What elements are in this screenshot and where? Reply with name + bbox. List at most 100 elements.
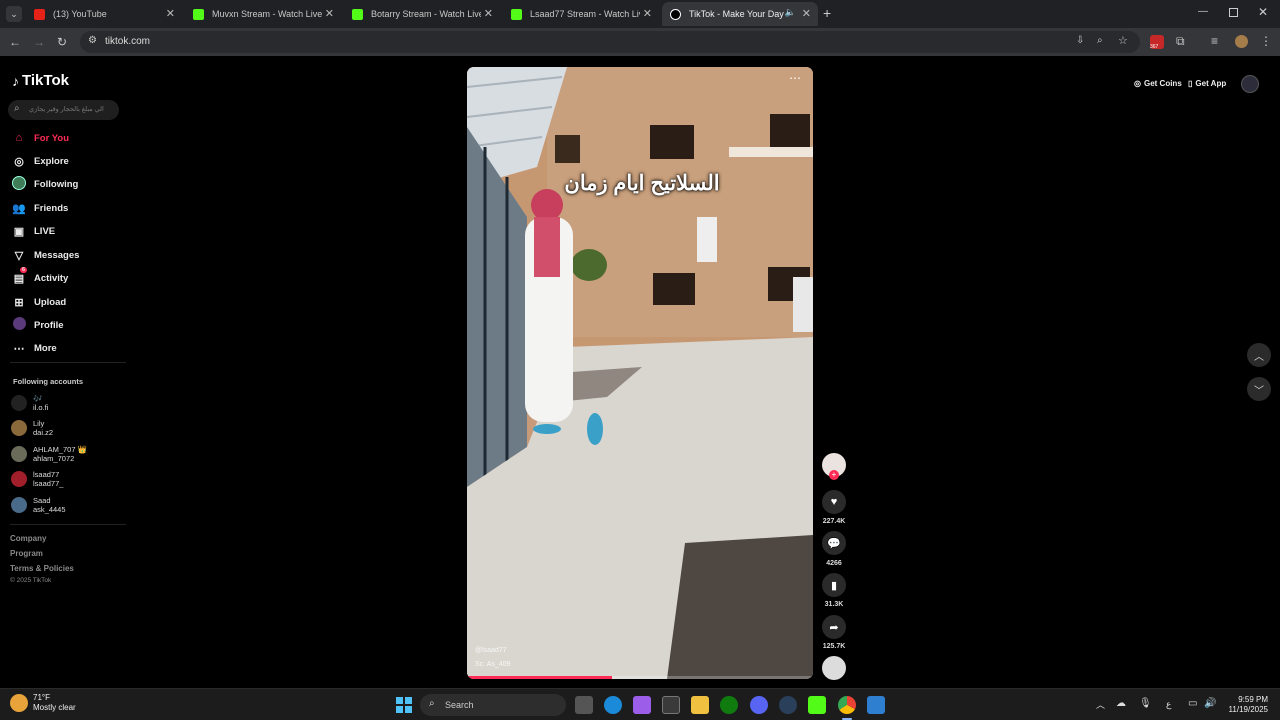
task-view-icon[interactable] <box>575 696 593 714</box>
video-progress-track[interactable] <box>467 676 813 679</box>
nav-following[interactable]: Following <box>12 175 78 193</box>
nav-label: Upload <box>34 296 67 308</box>
search-box[interactable]: ⌕ الي مبلغ بالحجار وقير يجازي <box>8 100 119 120</box>
tab-groups-icon[interactable]: ≡ <box>1211 35 1218 47</box>
menu-kebab-icon[interactable]: ⋮ <box>1260 35 1272 47</box>
upload-icon: ⊞ <box>14 296 24 309</box>
steam-icon[interactable] <box>779 696 797 714</box>
nav-live[interactable]: ▣ LIVE <box>12 222 55 240</box>
previous-video-button[interactable]: ︿ <box>1247 343 1271 367</box>
nav-more[interactable]: ⋯ More <box>12 339 57 357</box>
follow-plus-icon[interactable]: + <box>829 470 839 480</box>
speaker-icon[interactable]: 🔈 <box>785 7 796 18</box>
phone-icon: ▯ <box>1188 79 1193 88</box>
share-icon: ➦ <box>829 621 839 634</box>
coin-icon: ◎ <box>1134 79 1141 88</box>
tab-youtube[interactable]: (13) YouTube ✕ <box>26 2 182 26</box>
photos-icon[interactable] <box>867 696 885 714</box>
close-icon[interactable]: ✕ <box>802 7 811 20</box>
account-handle: lsaad77_ <box>33 479 64 488</box>
start-button[interactable] <box>396 697 412 713</box>
video-options-icon[interactable]: ⋯ <box>789 71 801 85</box>
nav-activity[interactable]: ▤ 6 Activity <box>12 266 68 287</box>
close-icon[interactable]: ✕ <box>484 7 493 20</box>
close-icon[interactable]: ✕ <box>166 7 175 20</box>
install-icon[interactable]: ⇩ <box>1076 35 1084 46</box>
footer-link-terms[interactable]: Terms & Policies <box>10 564 74 573</box>
save-button[interactable]: ▮ <box>822 573 846 597</box>
kick-app-icon[interactable] <box>808 696 826 714</box>
nav-for-you[interactable]: ⌂ For You <box>12 129 69 147</box>
nav-label: Messages <box>34 249 80 261</box>
site-info-icon[interactable]: ⚙ <box>88 35 97 46</box>
compass-icon: ◎ <box>14 155 24 168</box>
followed-account[interactable]: 🎶 il.o.fi <box>11 392 48 414</box>
tab-kick-botarry[interactable]: Botarry Stream - Watch Live on Kick ✕ <box>344 2 500 26</box>
reload-icon[interactable]: ↻ <box>57 36 67 48</box>
music-disc-icon[interactable] <box>822 656 846 680</box>
account-handle: ahlam_7072 <box>33 454 75 463</box>
share-button[interactable]: ➦ <box>822 615 846 639</box>
tray-chevron-icon[interactable]: ︿ <box>1096 698 1105 711</box>
store-icon[interactable] <box>662 696 680 714</box>
footer-link-company[interactable]: Company <box>10 534 46 543</box>
keyboard-language[interactable]: ع <box>1166 699 1171 710</box>
discord-icon[interactable] <box>750 696 768 714</box>
zoom-icon[interactable]: ⌕ <box>1097 35 1103 46</box>
network-icon[interactable]: ▭ <box>1188 698 1197 709</box>
clock[interactable]: 9:59 PM 11/19/2025 <box>1218 695 1268 715</box>
nav-upload[interactable]: ⊞ Upload <box>12 293 66 311</box>
close-icon[interactable]: ✕ <box>325 7 334 20</box>
followed-account[interactable]: AHLAM_707 👑 ahlam_7072 <box>11 443 87 465</box>
profile-avatar[interactable] <box>1235 35 1248 48</box>
get-coins-button[interactable]: ◎ Get Coins <box>1134 76 1182 91</box>
account-name: Lily <box>33 419 45 428</box>
user-avatar[interactable] <box>1241 75 1259 93</box>
new-tab-button[interactable]: + <box>823 6 831 20</box>
followed-account[interactable]: lsaad77 lsaad77_ <box>11 468 63 490</box>
back-icon[interactable]: ← <box>9 36 21 48</box>
sidebar: ♪ TikTok ⌕ الي مبلغ بالحجار وقير يجازي ⌂… <box>0 56 130 687</box>
nav-profile[interactable]: Profile <box>12 316 64 334</box>
forward-icon[interactable]: → <box>33 36 45 48</box>
followed-account[interactable]: Saad ask_4445 <box>11 494 66 516</box>
onedrive-icon[interactable]: ☁ <box>1116 698 1126 709</box>
next-video-button[interactable]: ﹀ <box>1247 377 1271 401</box>
nav-explore[interactable]: ◎ Explore <box>12 152 69 170</box>
weather-widget[interactable]: 71°F Mostly clear <box>10 693 76 713</box>
tab-kick-lsaad77[interactable]: Lsaad77 Stream - Watch Live on Kick ✕ <box>503 2 659 26</box>
video-author[interactable]: @lsaad77 <box>475 647 507 654</box>
comment-button[interactable]: 💬 <box>822 531 846 555</box>
taskbar-search[interactable]: ⌕ Search <box>420 694 566 716</box>
followed-account[interactable]: Lily dai.z2 <box>11 417 53 439</box>
edge-icon[interactable] <box>604 696 622 714</box>
like-button[interactable]: ♥ <box>822 490 846 514</box>
nav-messages[interactable]: ▽ Messages <box>12 246 80 264</box>
extensions-puzzle-icon[interactable]: ⧉ <box>1176 35 1185 47</box>
logo-text: TikTok <box>22 72 69 89</box>
restore-button[interactable] <box>1229 8 1238 17</box>
address-bar[interactable]: ⚙ tiktok.com ⇩ ⌕ ☆ <box>80 31 1140 53</box>
get-app-button[interactable]: ▯ Get App <box>1188 76 1226 91</box>
friends-icon: 👥 <box>12 202 26 215</box>
bookmark-star-icon[interactable]: ☆ <box>1118 34 1128 47</box>
chrome-icon[interactable] <box>838 696 856 714</box>
avatar <box>11 471 27 487</box>
close-window-button[interactable]: ✕ <box>1258 5 1268 19</box>
volume-icon[interactable]: 🔊 <box>1204 698 1216 709</box>
tab-tiktok[interactable]: TikTok - Make Your Day 🔈 ✕ <box>662 2 818 26</box>
account-handle: ask_4445 <box>33 505 66 514</box>
tab-search-button[interactable]: ⌄ <box>6 6 22 22</box>
search-label: Search <box>445 700 474 710</box>
footer-link-program[interactable]: Program <box>10 549 43 558</box>
tiktok-logo[interactable]: ♪ TikTok <box>12 72 69 89</box>
nav-friends[interactable]: 👥 Friends <box>12 199 68 217</box>
video-player[interactable]: السلاتيح ايام زمان ⋯ @lsaad77 Sc: As_409 <box>467 67 813 679</box>
microphone-icon[interactable]: 🎙 <box>1139 698 1152 709</box>
minimize-button[interactable]: — <box>1198 6 1208 17</box>
xbox-icon[interactable] <box>720 696 738 714</box>
file-explorer-icon[interactable] <box>691 696 709 714</box>
tab-kick-muvxn[interactable]: Muvxn Stream - Watch Live on Kick ✕ <box>185 2 341 26</box>
copilot-icon[interactable] <box>633 696 651 714</box>
close-icon[interactable]: ✕ <box>643 7 652 20</box>
